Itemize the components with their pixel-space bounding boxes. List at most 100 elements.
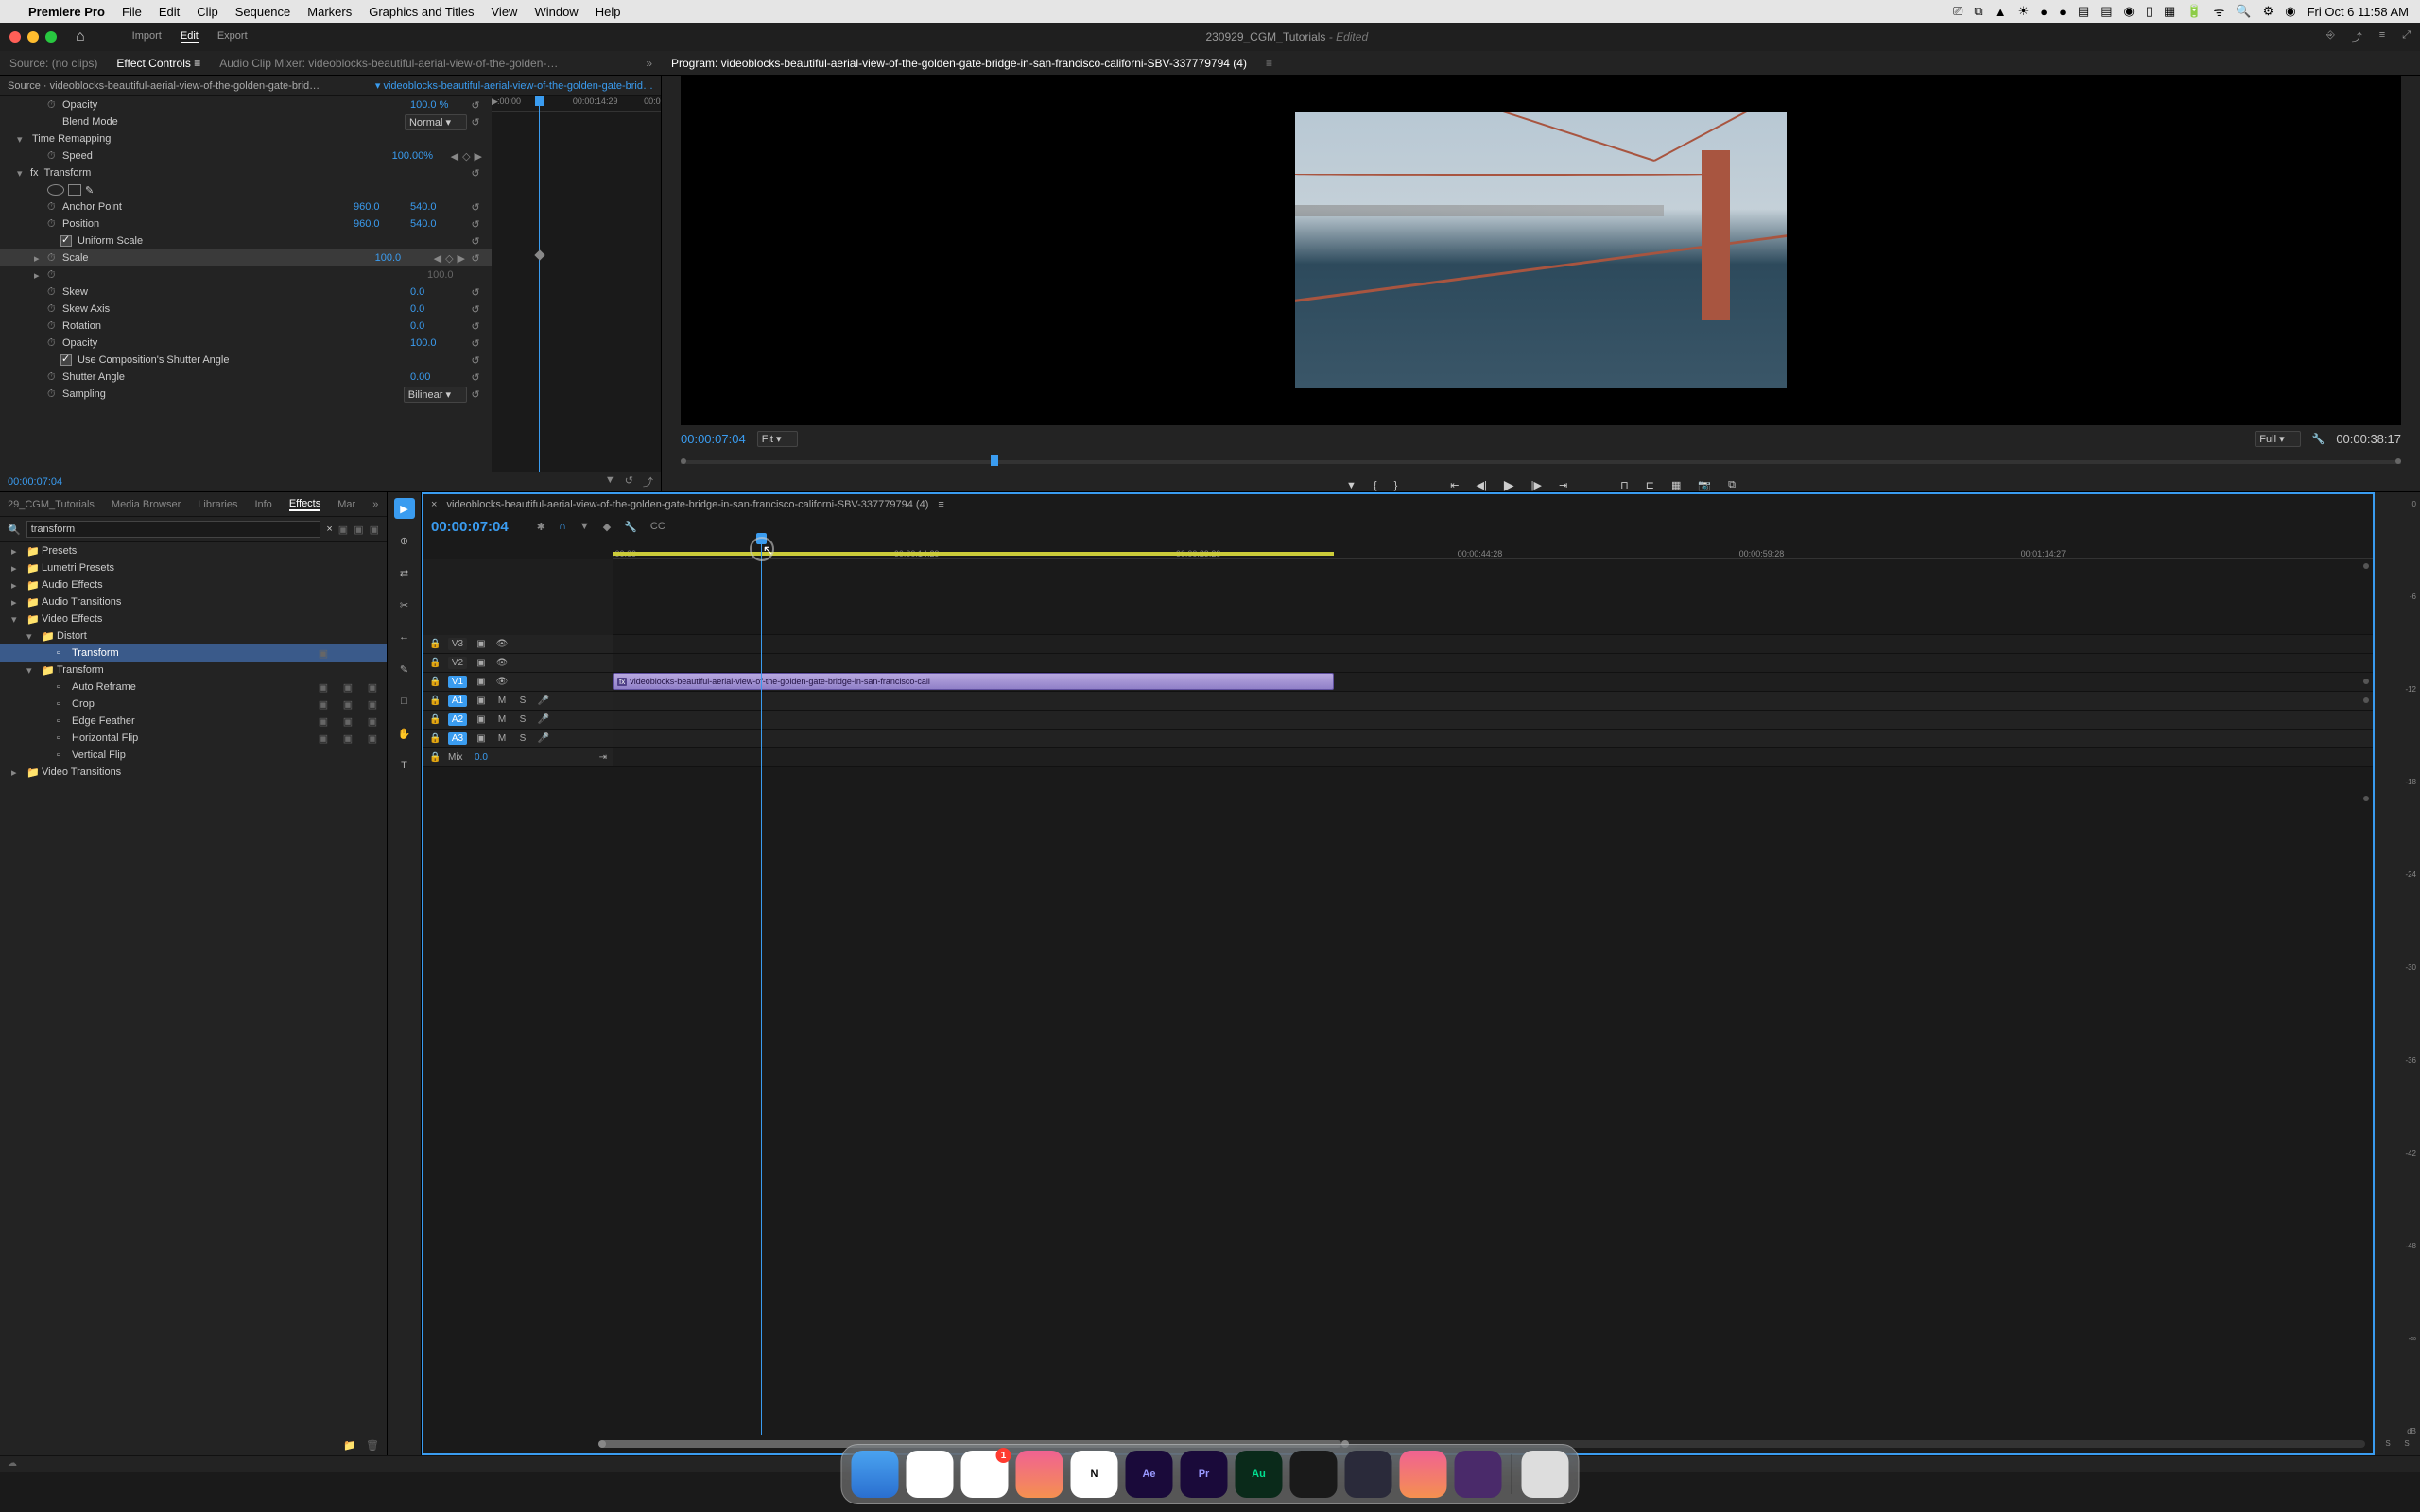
program-timecode-left[interactable]: 00:00:07:04 (681, 432, 746, 446)
tab-project[interactable]: 29_CGM_Tutorials (8, 499, 95, 510)
new-bin-icon[interactable]: 📁 (343, 1439, 356, 1452)
solo-icon[interactable]: S (516, 733, 529, 744)
timeline-ruler[interactable]: :00:00 00:00:14:29 00:00:29:29 00:00:44:… (613, 539, 2373, 559)
ellipse-mask-icon[interactable] (47, 184, 64, 196)
delete-icon[interactable]: 🗑 (366, 1439, 379, 1452)
step-back-icon[interactable]: ◀| (1477, 479, 1487, 491)
video-clip[interactable]: fx videoblocks-beautiful-aerial-view-of-… (613, 673, 1334, 690)
mute-icon[interactable]: M (495, 733, 509, 744)
lift-icon[interactable]: ⊓ (1620, 479, 1629, 491)
tab-program[interactable]: Program: videoblocks-beautiful-aerial-vi… (671, 57, 1247, 70)
close-tab-icon[interactable]: × (431, 499, 437, 510)
twirl-icon[interactable]: ▾ (26, 630, 38, 643)
scroll-handle-icon[interactable] (2363, 697, 2369, 703)
menu-edit[interactable]: Edit (159, 5, 180, 19)
keyframe-diamond-icon[interactable] (534, 249, 544, 260)
property-select[interactable]: Normal ▾ (405, 114, 467, 130)
razor-tool-icon[interactable]: ✂ (394, 594, 415, 615)
menu-help[interactable]: Help (596, 5, 621, 19)
effects-preset[interactable]: ▫Transform▣ (0, 644, 387, 662)
solo-label[interactable]: S (2385, 1439, 2390, 1448)
property-value[interactable]: 100.00% (392, 150, 449, 162)
reset-icon[interactable]: ↺ (467, 235, 484, 248)
lock-icon[interactable]: 🔒 (429, 733, 441, 744)
track-select-tool-icon[interactable]: ⊕ (394, 530, 415, 551)
toggle-output-icon[interactable]: ▣ (475, 714, 488, 725)
effect-property-row[interactable]: ⏱SamplingBilinear ▾↺ (0, 386, 492, 403)
dock-app-davinci[interactable] (1345, 1451, 1392, 1498)
effect-property-row[interactable]: ▸⏱100.0 (0, 266, 492, 284)
search-icon[interactable]: 🔍 (2236, 4, 2251, 19)
checkbox[interactable] (60, 235, 72, 247)
overflow-icon[interactable]: » (372, 499, 378, 510)
twirl-icon[interactable]: ▾ (11, 613, 23, 626)
linked-selection-icon[interactable]: ∩ (559, 521, 566, 533)
reset-icon[interactable]: ↺ (467, 320, 484, 333)
eye-icon[interactable]: 👁 (495, 677, 509, 687)
property-select[interactable]: Bilinear ▾ (404, 387, 467, 403)
eye-icon[interactable]: 👁 (495, 639, 509, 649)
tray-icon[interactable]: ● (2040, 5, 2048, 19)
filter-badge-icon[interactable]: ▣ (338, 524, 348, 536)
menu-file[interactable]: File (122, 5, 142, 19)
stopwatch-icon[interactable]: ⏱ (47, 388, 60, 401)
eye-icon[interactable]: 👁 (495, 658, 509, 668)
track-header-v1[interactable]: 🔒 V1 ▣ 👁 (424, 673, 613, 692)
hand-tool-icon[interactable]: ✋ (394, 723, 415, 744)
dock-app-asana[interactable] (1016, 1451, 1063, 1498)
toggle-output-icon[interactable]: ▣ (475, 677, 488, 687)
effects-folder[interactable]: ▸📁Audio Transitions (0, 593, 387, 610)
prev-keyframe-icon[interactable]: ◀ (451, 150, 458, 163)
timeline-playhead[interactable]: ↖ (761, 539, 762, 1435)
dock-app-au[interactable]: Au (1236, 1451, 1283, 1498)
dock-app-chrome[interactable] (907, 1451, 954, 1498)
tray-icon[interactable]: 🔋 (2187, 4, 2202, 19)
tray-icon[interactable]: ◉ (2124, 4, 2135, 19)
property-value[interactable]: 960.0 (354, 201, 410, 213)
dock-app-figma[interactable] (1290, 1451, 1338, 1498)
tab-edit[interactable]: Edit (181, 30, 199, 43)
resolution-dropdown[interactable]: Full ▾ (2255, 431, 2300, 447)
control-center-icon[interactable]: ⚙ (2263, 4, 2274, 19)
reset-icon[interactable]: ↺ (467, 286, 484, 299)
marker-icon[interactable]: ◆ (603, 521, 611, 533)
siri-icon[interactable]: ◉ (2285, 4, 2295, 19)
stopwatch-icon[interactable]: ⏱ (47, 201, 60, 214)
cloud-icon[interactable]: ☁ (8, 1458, 17, 1469)
pen-tool-icon[interactable]: ✎ (394, 659, 415, 679)
lock-icon[interactable]: 🔒 (429, 696, 441, 706)
property-value[interactable]: 960.0 (354, 218, 410, 230)
stopwatch-icon[interactable]: ⏱ (47, 218, 60, 231)
twirl-icon[interactable]: ▾ (17, 133, 30, 146)
reset-icon[interactable]: ↺ (467, 371, 484, 384)
lock-icon[interactable]: 🔒 (429, 714, 441, 725)
overflow-icon[interactable]: » (646, 57, 652, 70)
mark-in-icon[interactable]: { (1374, 480, 1377, 491)
scroll-handle-icon[interactable] (2363, 563, 2369, 569)
go-to-in-icon[interactable]: ⇤ (1450, 479, 1459, 491)
fx-icon[interactable]: fx (30, 167, 39, 179)
menu-view[interactable]: View (492, 5, 518, 19)
home-icon[interactable]: ⌂ (76, 28, 85, 45)
ec-playhead[interactable] (539, 96, 540, 472)
toggle-output-icon[interactable]: ▣ (475, 658, 488, 668)
tab-media-browser[interactable]: Media Browser (112, 499, 181, 510)
tray-icon[interactable]: ▤ (2100, 4, 2112, 19)
step-forward-icon[interactable]: |▶ (1531, 479, 1542, 491)
pen-mask-icon[interactable]: ✎ (85, 184, 94, 197)
stopwatch-icon[interactable]: ⏱ (47, 320, 60, 333)
twirl-icon[interactable]: ▸ (11, 579, 23, 592)
program-scrubber[interactable] (681, 453, 2401, 472)
property-value[interactable]: 540.0 (410, 201, 467, 213)
panel-menu-icon[interactable]: ≡ (1266, 57, 1272, 70)
quick-export-icon[interactable]: ⎆ (2326, 29, 2335, 44)
scroll-handle-icon[interactable] (2363, 796, 2369, 801)
maximize-button[interactable] (45, 31, 57, 43)
tray-icon[interactable]: ⎚ (1953, 4, 1962, 19)
go-to-out-icon[interactable]: ⇥ (1559, 479, 1567, 491)
timeline-timecode[interactable]: 00:00:07:04 (431, 519, 509, 535)
property-value[interactable]: 540.0 (410, 218, 467, 230)
property-value[interactable]: 0.0 (410, 286, 467, 298)
track-id[interactable]: V3 (448, 638, 467, 650)
property-value[interactable]: 100.0 (427, 269, 484, 281)
